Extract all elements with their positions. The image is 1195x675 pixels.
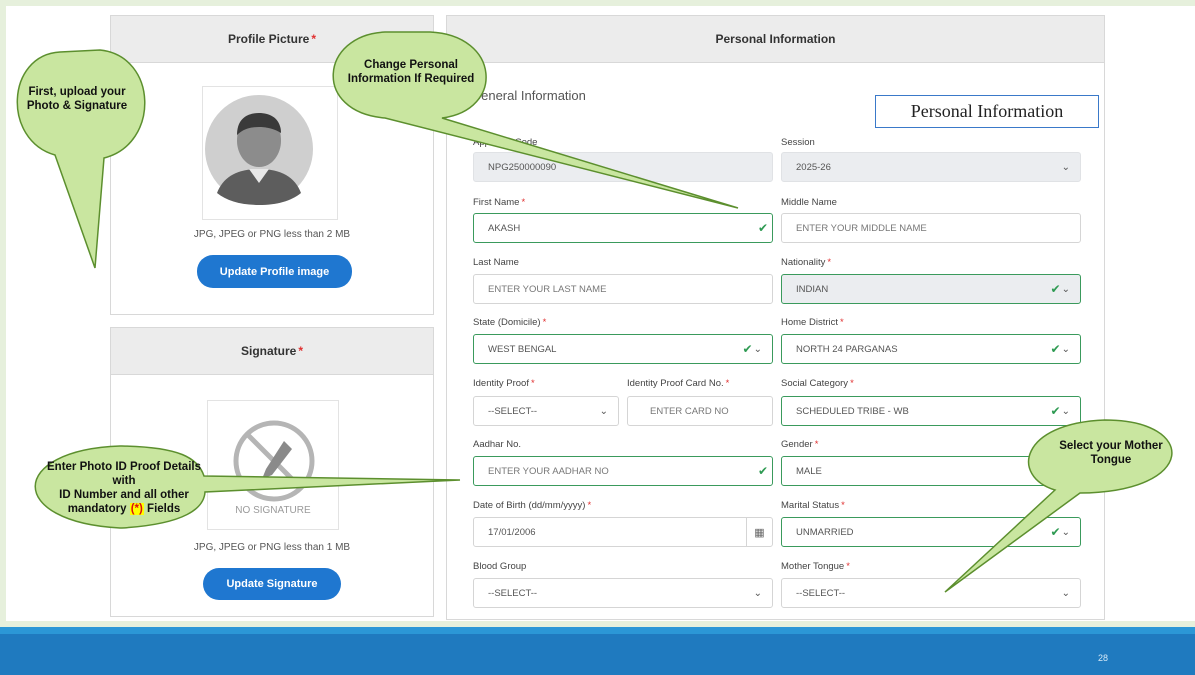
- footer-stripe: [0, 627, 1195, 634]
- photo-id-callout-mandatory: mandatory: [67, 502, 127, 515]
- page-number: 28: [1097, 653, 1108, 663]
- callout-shapes: [16, 31, 1173, 593]
- required-mark: (*): [129, 502, 144, 515]
- mother-tongue-callout-text: Select your Mother Tongue: [1059, 440, 1163, 466]
- photo-id-callout-fields: Fields: [147, 502, 181, 515]
- change-callout-text: Change Personal Information If Required: [347, 59, 475, 85]
- upload-callout-text: First, upload your Photo & Signature: [26, 86, 128, 112]
- photo-id-callout-line3: mandatory (*) Fields: [67, 502, 181, 517]
- slide-footer: 28: [0, 627, 1195, 675]
- photo-id-callout-line2: ID Number and all other: [59, 489, 189, 501]
- photo-id-callout-line1: Enter Photo ID Proof Details with: [47, 461, 201, 488]
- photo-id-callout-text: Enter Photo ID Proof Details with ID Num…: [34, 458, 214, 520]
